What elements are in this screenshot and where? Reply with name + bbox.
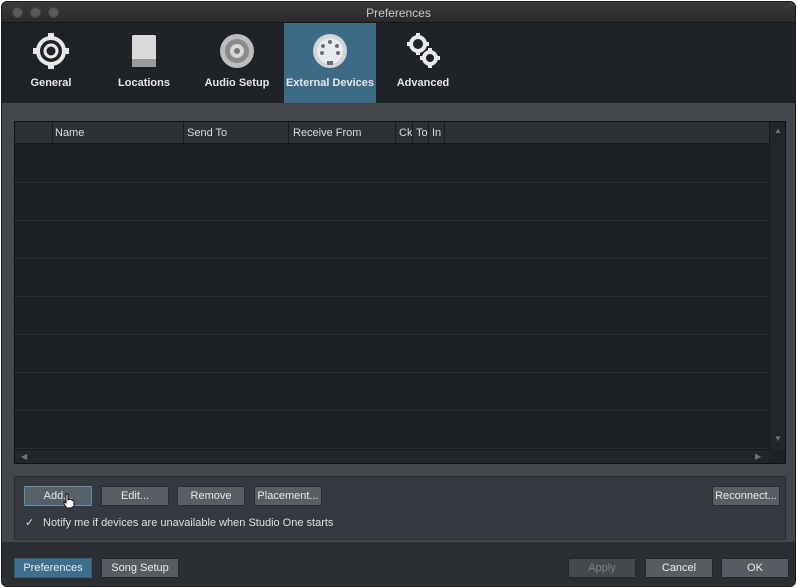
scroll-down-icon[interactable]: ▼	[774, 434, 782, 443]
reconnect-button[interactable]: Reconnect...	[712, 486, 780, 506]
gears-icon	[407, 33, 440, 68]
tab-external-devices-label: External Devices	[285, 77, 375, 89]
table-row	[15, 411, 769, 449]
table-row	[15, 221, 769, 259]
devices-table[interactable]: Name Send To Receive From Ck To In ▲ ▼ ◀…	[14, 121, 786, 464]
tab-advanced[interactable]: Advanced	[377, 23, 469, 103]
table-row	[15, 335, 769, 373]
column-ck[interactable]: Ck	[399, 127, 412, 139]
scroll-left-icon[interactable]: ◀	[21, 452, 27, 461]
preferences-button[interactable]: Preferences	[14, 558, 92, 578]
tab-general[interactable]: General	[5, 23, 97, 103]
notify-checkbox-label: Notify me if devices are unavailable whe…	[43, 517, 334, 529]
table-row	[15, 297, 769, 335]
scroll-up-icon[interactable]: ▲	[774, 126, 782, 135]
placement-button[interactable]: Placement...	[254, 486, 322, 506]
horizontal-scrollbar[interactable]: ◀ ▶	[15, 449, 769, 463]
song-setup-button[interactable]: Song Setup	[101, 558, 179, 578]
preferences-toolbar: General Locations Audio Setup External D…	[2, 23, 795, 103]
remove-device-button[interactable]: Remove	[177, 486, 245, 506]
tab-locations[interactable]: Locations	[98, 23, 190, 103]
table-row	[15, 373, 769, 411]
column-receive-from[interactable]: Receive From	[293, 127, 361, 139]
tab-external-devices[interactable]: External Devices	[284, 23, 376, 103]
apply-button[interactable]: Apply	[568, 558, 636, 578]
tab-audio-setup[interactable]: Audio Setup	[191, 23, 283, 103]
vertical-scrollbar[interactable]: ▲ ▼	[769, 122, 785, 450]
notify-checkbox[interactable]: ✓	[25, 517, 37, 529]
drive-icon	[132, 35, 156, 67]
table-row	[15, 145, 769, 183]
window-title: Preferences	[366, 6, 431, 20]
external-devices-panel: Name Send To Receive From Ck To In ▲ ▼ ◀…	[2, 103, 795, 542]
column-in[interactable]: In	[432, 127, 441, 139]
dialog-footer: Preferences Song Setup Apply Cancel OK	[2, 542, 795, 586]
table-row	[15, 183, 769, 221]
ok-button[interactable]: OK	[721, 558, 789, 578]
preferences-window: Preferences General Locations Audio Setu…	[1, 1, 796, 587]
tab-locations-label: Locations	[118, 77, 170, 89]
table-row	[15, 259, 769, 297]
cancel-button[interactable]: Cancel	[645, 558, 713, 578]
edit-device-button[interactable]: Edit...	[101, 486, 169, 506]
devices-actions-panel: Add... Edit... Remove Placement... Recon…	[14, 476, 786, 540]
tab-audio-setup-label: Audio Setup	[204, 77, 270, 89]
tab-general-label: General	[30, 77, 72, 89]
tab-advanced-label: Advanced	[396, 77, 450, 89]
add-device-button[interactable]: Add...	[24, 486, 92, 506]
speaker-icon	[220, 34, 254, 68]
column-to[interactable]: To	[416, 127, 428, 139]
hand-cursor-icon	[63, 493, 75, 509]
column-name[interactable]: Name	[55, 127, 84, 139]
table-header: Name Send To Receive From Ck To In	[15, 122, 769, 144]
midi-port-icon	[313, 34, 347, 68]
gear-cycle-icon	[33, 33, 69, 69]
column-send-to[interactable]: Send To	[187, 127, 227, 139]
title-bar: Preferences	[2, 2, 795, 23]
scroll-right-icon[interactable]: ▶	[755, 452, 761, 461]
